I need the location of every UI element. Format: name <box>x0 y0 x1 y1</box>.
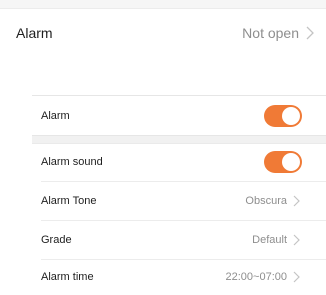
alarm-status-value: Not open <box>242 25 299 41</box>
grade-row[interactable]: Grade Default <box>32 221 326 259</box>
alarm-status-row[interactable]: Alarm Not open <box>0 14 326 52</box>
alarm-status-label: Alarm <box>16 25 53 41</box>
chevron-right-icon <box>293 271 300 283</box>
alarm-sound-label: Alarm sound <box>41 156 103 168</box>
alarm-time-value: 22:00~07:00 <box>225 271 287 283</box>
grade-value: Default <box>252 234 287 246</box>
section-divider <box>32 95 326 96</box>
alarm-tone-row[interactable]: Alarm Tone Obscura <box>32 182 326 220</box>
chevron-right-icon <box>306 26 314 40</box>
alarm-time-row[interactable]: Alarm time 22:00~07:00 <box>32 259 326 295</box>
chevron-right-icon <box>293 234 300 246</box>
alarm-toggle[interactable] <box>264 105 302 127</box>
toggle-knob <box>282 107 300 125</box>
alarm-sound-toggle[interactable] <box>264 151 302 173</box>
alarm-toggle-label: Alarm <box>41 110 70 122</box>
alarm-time-label: Alarm time <box>41 271 94 283</box>
alarm-tone-value: Obscura <box>245 195 287 207</box>
toggle-knob <box>282 153 300 171</box>
alarm-tone-label: Alarm Tone <box>41 195 97 207</box>
chevron-right-icon <box>293 195 300 207</box>
alarm-toggle-row: Alarm <box>32 97 326 135</box>
alarm-sound-row: Alarm sound <box>32 143 326 181</box>
top-edge <box>0 0 326 9</box>
grade-label: Grade <box>41 234 72 246</box>
